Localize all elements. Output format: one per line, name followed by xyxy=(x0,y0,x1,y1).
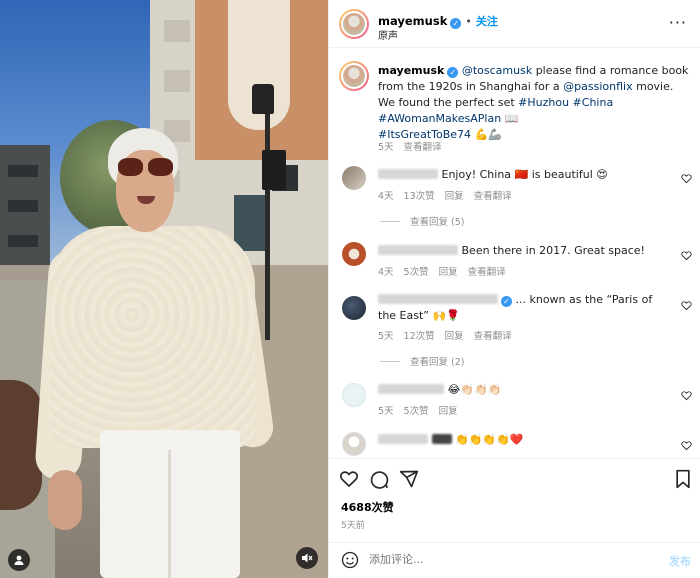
heart-icon[interactable] xyxy=(681,390,692,401)
street-lamp xyxy=(265,100,270,340)
comment-2: Been there in 2017. Great space! xyxy=(378,243,645,259)
hashtags-2[interactable]: #AWomanMakesAPlan 📖 xyxy=(378,111,690,127)
follow-button[interactable]: 关注 xyxy=(476,15,498,28)
sunglasses xyxy=(118,158,176,178)
heart-icon[interactable] xyxy=(681,173,692,184)
commenter-avatar[interactable] xyxy=(342,383,366,407)
verified-icon: ✓ xyxy=(501,296,512,307)
speaker-muted-icon xyxy=(302,553,313,563)
audio-label[interactable]: 原声 xyxy=(378,27,398,42)
comment-likes[interactable]: 5次赞 xyxy=(404,267,429,278)
comment-1-meta: 4天 13次赞 回复 查看翻译 xyxy=(378,188,522,202)
post-age: 5天前 xyxy=(341,521,365,531)
street-sign xyxy=(262,150,286,190)
author-username[interactable]: mayemusk xyxy=(378,14,447,28)
action-bar xyxy=(329,458,700,494)
comment-4: 😂👏🏻👏🏻👏🏻 xyxy=(378,382,501,398)
caption-time: 5天 xyxy=(378,142,394,153)
comment-time: 5天 xyxy=(378,406,394,417)
post-photo[interactable] xyxy=(0,0,328,578)
comment-text: Enjoy! China 🇨🇳 is beautiful 😍 xyxy=(441,168,608,181)
heart-icon[interactable] xyxy=(681,440,692,451)
comment-time: 4天 xyxy=(378,191,394,202)
reply-button[interactable]: 回复 xyxy=(439,406,458,417)
lamp-head xyxy=(252,84,274,114)
commenter-avatar[interactable] xyxy=(342,296,366,320)
verified-icon: ✓ xyxy=(447,67,459,78)
heart-icon[interactable] xyxy=(681,300,692,311)
comment-composer: 发布 xyxy=(329,542,700,578)
like-icon[interactable] xyxy=(339,469,359,489)
commenter-avatar[interactable] xyxy=(342,432,366,456)
redacted-username xyxy=(431,434,452,444)
person-sweater xyxy=(50,226,255,448)
redacted-username xyxy=(378,434,428,444)
comment-time: 5天 xyxy=(378,331,394,342)
redacted-username xyxy=(378,384,444,394)
reply-button[interactable]: 回复 xyxy=(445,191,464,202)
comment-likes[interactable]: 12次赞 xyxy=(404,331,435,342)
heart-icon[interactable] xyxy=(681,250,692,261)
caption-translate[interactable]: 查看翻译 xyxy=(404,142,442,153)
comment-4-meta: 5天 5次赞 回复 xyxy=(378,403,468,417)
bookmark-icon[interactable] xyxy=(673,469,693,489)
left-building xyxy=(0,145,50,280)
post-comment-button[interactable]: 发布 xyxy=(669,553,691,569)
comment-3: ✓ ... known as the “Paris of the East” 🙌… xyxy=(378,292,668,324)
like-count[interactable]: 4688次赞 xyxy=(341,499,394,515)
person-pants xyxy=(100,430,240,578)
post-detail-panel: mayemusk ✓ • 关注 原声 ··· mayemusk ✓ @toscamusk… xyxy=(328,0,700,578)
hashtags-1[interactable]: #Huzhou #China xyxy=(518,96,613,109)
tagged-user-button[interactable] xyxy=(8,549,30,571)
more-options-icon[interactable]: ··· xyxy=(669,13,687,32)
person-hand xyxy=(48,470,82,530)
mention-link-2[interactable]: @passionflix xyxy=(563,80,632,93)
comment-text: 😂👏🏻👏🏻👏🏻 xyxy=(447,383,502,396)
author-avatar[interactable] xyxy=(339,9,369,39)
caption-meta: 5天 查看翻译 xyxy=(378,139,452,153)
comment-5: 👏👏👏👏❤️ xyxy=(378,432,523,448)
view-replies-button[interactable]: 查看回复 (2) xyxy=(380,354,464,368)
comment-time: 4天 xyxy=(378,267,394,278)
reply-button[interactable]: 回复 xyxy=(445,331,464,342)
translate-button[interactable]: 查看翻译 xyxy=(468,267,506,278)
comment-text: Been there in 2017. Great space! xyxy=(461,244,645,257)
comment-3-meta: 5天 12次赞 回复 查看翻译 xyxy=(378,328,522,342)
comment-text: 👏👏👏👏❤️ xyxy=(455,433,524,446)
commenter-avatar[interactable] xyxy=(342,242,366,266)
comment-2-meta: 4天 5次赞 回复 查看翻译 xyxy=(378,264,516,278)
reply-button[interactable]: 回复 xyxy=(439,267,458,278)
commenter-avatar[interactable] xyxy=(342,166,366,190)
emoji-icon[interactable] xyxy=(341,551,359,569)
post-header: mayemusk ✓ • 关注 原声 ··· xyxy=(329,0,700,48)
doorway xyxy=(234,195,266,251)
user-icon xyxy=(14,555,24,565)
comment-input[interactable] xyxy=(369,553,629,566)
mention-link[interactable]: @toscamusk xyxy=(462,64,532,77)
verified-icon: ✓ xyxy=(450,18,462,29)
comment-likes[interactable]: 5次赞 xyxy=(404,406,429,417)
comment-1: Enjoy! China 🇨🇳 is beautiful 😍 xyxy=(378,167,608,183)
caption-username[interactable]: mayemusk xyxy=(378,64,444,77)
comment-likes[interactable]: 13次赞 xyxy=(404,191,435,202)
translate-button[interactable]: 查看翻译 xyxy=(474,331,512,342)
caption: mayemusk ✓ @toscamusk please find a roman… xyxy=(378,63,690,143)
translate-button[interactable]: 查看翻译 xyxy=(474,191,512,202)
comment-icon[interactable] xyxy=(369,469,389,489)
view-replies-button[interactable]: 查看回复 (5) xyxy=(380,214,464,228)
redacted-username xyxy=(378,245,458,255)
redacted-username xyxy=(378,294,498,304)
share-icon[interactable] xyxy=(399,469,419,489)
mute-button[interactable] xyxy=(296,547,318,569)
redacted-username xyxy=(378,169,438,179)
caption-avatar[interactable] xyxy=(339,61,369,91)
